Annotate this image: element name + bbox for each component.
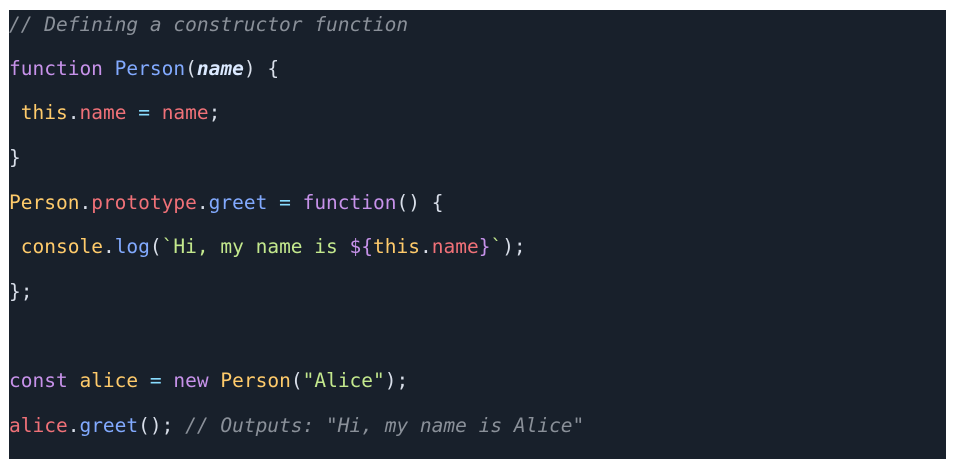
code-line-1: // Defining a constructor function bbox=[9, 10, 408, 40]
code-token-keyword: function bbox=[302, 191, 397, 214]
code-token-punct: }; bbox=[9, 280, 33, 303]
code-token-var: console bbox=[20, 235, 103, 258]
code-token-punct: ; bbox=[208, 101, 221, 124]
code-token-interp: } bbox=[478, 235, 491, 258]
code-token-punct: ( bbox=[290, 369, 303, 392]
code-token-comment: // Outputs: "Hi, my name is Alice" bbox=[185, 414, 585, 437]
code-token-punct: . bbox=[419, 235, 432, 258]
code-token-obj: alice bbox=[9, 414, 68, 437]
code-token-this: this bbox=[373, 235, 420, 258]
code-line-2: function Person(name) { bbox=[9, 54, 279, 84]
code-token-prop: name bbox=[431, 235, 479, 258]
code-token-fn: greet bbox=[208, 191, 268, 214]
code-token-this: this bbox=[20, 101, 68, 124]
code-token-punct: . bbox=[79, 191, 92, 214]
code-token-punct: (); bbox=[138, 414, 186, 437]
code-token-comment: // Defining a constructor function bbox=[9, 13, 409, 36]
code-line-6: console.log(`Hi, my name is ${this.name}… bbox=[9, 232, 526, 262]
code-token-op: = bbox=[138, 101, 150, 124]
code-line-4: } bbox=[9, 143, 21, 173]
code-token-punct: . bbox=[67, 101, 80, 124]
code-token-fn: log bbox=[114, 235, 150, 258]
code-token-str: ` bbox=[490, 235, 503, 258]
code-token-keyword: function bbox=[9, 57, 103, 80]
code-token-str: `Hi, my name is bbox=[161, 235, 350, 258]
code-token-punct: () { bbox=[396, 191, 444, 214]
code-token-punct: ) { bbox=[243, 57, 280, 80]
code-token-op: = bbox=[279, 191, 291, 214]
code-token-str: "Alice" bbox=[302, 369, 385, 392]
code-token-keyword: const bbox=[9, 369, 68, 392]
code-block: // Defining a constructor function funct… bbox=[9, 10, 946, 459]
code-line-10: alice.greet(); // Outputs: "Hi, my name … bbox=[9, 411, 584, 441]
code-token-punct: } bbox=[9, 146, 21, 169]
code-token-class: Person bbox=[9, 191, 80, 214]
code-token-prop: prototype bbox=[91, 191, 197, 214]
code-token-param: name bbox=[196, 57, 244, 80]
code-token-punct: ); bbox=[502, 235, 526, 258]
code-line-7: }; bbox=[9, 277, 32, 307]
code-line-5: Person.prototype.greet = function() { bbox=[9, 188, 443, 218]
code-token-op: = bbox=[149, 369, 162, 392]
code-token-prop: name bbox=[161, 101, 209, 124]
code-token-prop: name bbox=[79, 101, 127, 124]
code-token-class: Person bbox=[220, 369, 291, 392]
code-token-interp: ${ bbox=[349, 235, 373, 258]
code-token-punct: . bbox=[67, 414, 80, 437]
code-token-fn: greet bbox=[79, 414, 139, 437]
code-token-punct: ( bbox=[149, 235, 162, 258]
code-token-keyword: new bbox=[173, 369, 209, 392]
code-line-9: const alice = new Person("Alice"); bbox=[9, 366, 408, 396]
code-token-punct: . bbox=[102, 235, 115, 258]
code-token-fn: Person bbox=[114, 57, 186, 80]
code-token-punct: ); bbox=[384, 369, 409, 392]
code-token-var: alice bbox=[79, 369, 139, 392]
code-token-punct: . bbox=[196, 191, 209, 214]
code-token-punct: ( bbox=[185, 57, 197, 80]
code-line-3: this.name = name; bbox=[9, 98, 221, 128]
